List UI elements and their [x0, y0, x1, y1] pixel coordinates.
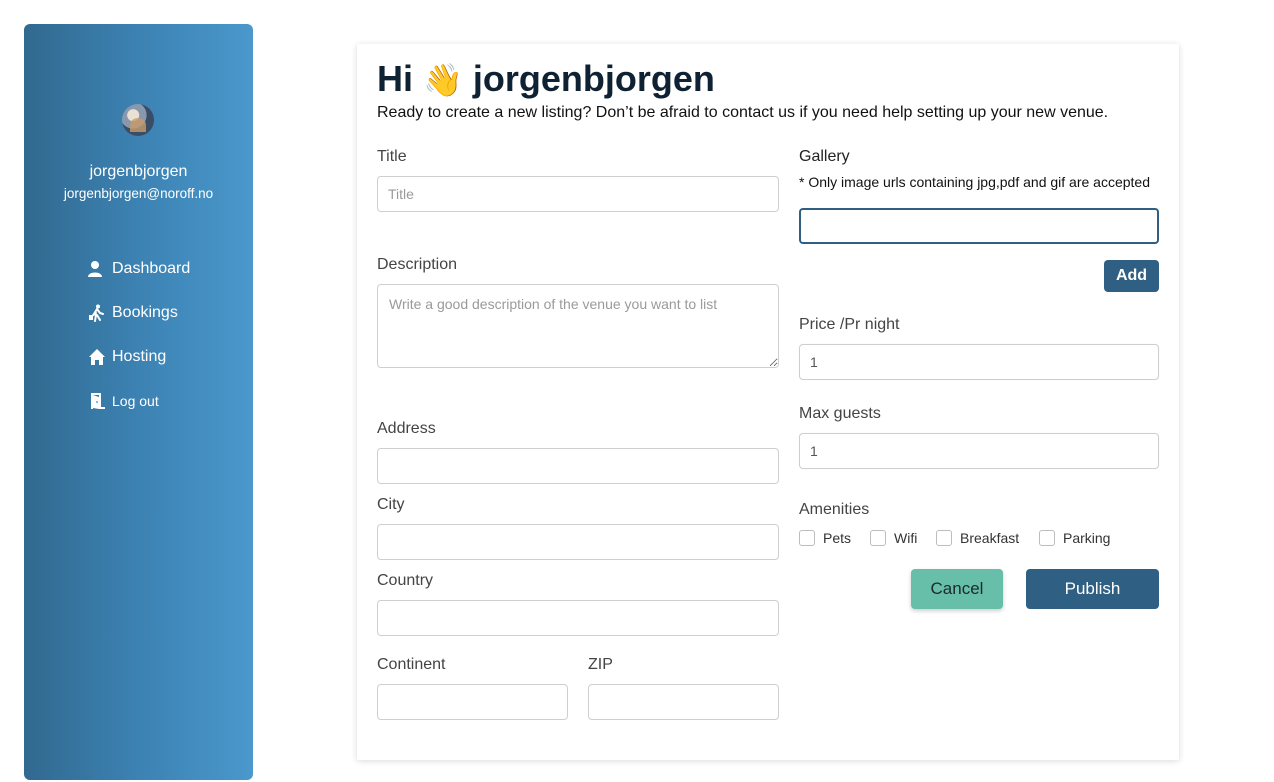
- amenity-label: Pets: [823, 530, 852, 546]
- amenity-parking[interactable]: Parking: [1039, 530, 1110, 546]
- nav-dashboard[interactable]: Dashboard: [88, 260, 190, 278]
- user-email: jorgenbjorgen@noroff.no: [63, 186, 214, 201]
- address-input[interactable]: [377, 448, 779, 484]
- page-title: Hi 👋 jorgenbjorgen: [377, 58, 715, 100]
- waving-hand-icon: 👋: [423, 62, 463, 98]
- user-icon: [88, 260, 104, 278]
- title-input[interactable]: [377, 176, 779, 212]
- continent-input[interactable]: [377, 684, 568, 720]
- amenity-wifi[interactable]: Wifi: [870, 530, 917, 546]
- sidebar: jorgenbjorgen jorgenbjorgen@noroff.no Da…: [24, 24, 253, 780]
- city-label: City: [377, 496, 405, 513]
- description-label: Description: [377, 256, 458, 273]
- greeting-prefix: Hi: [377, 58, 413, 99]
- price-label: Price /Pr night: [799, 316, 900, 333]
- amenity-label: Breakfast: [960, 530, 1020, 546]
- add-image-button[interactable]: Add: [1104, 260, 1159, 292]
- wifi-checkbox[interactable]: [870, 530, 886, 546]
- house-icon: [88, 348, 105, 366]
- parking-checkbox[interactable]: [1039, 530, 1055, 546]
- gallery-note: * Only image urls containing jpg,pdf and…: [799, 174, 1150, 190]
- publish-button[interactable]: Publish: [1026, 569, 1159, 609]
- user-name: jorgenbjorgen: [89, 163, 188, 180]
- price-input[interactable]: [799, 344, 1159, 380]
- cancel-button[interactable]: Cancel: [911, 569, 1003, 609]
- max-guests-label: Max guests: [799, 405, 881, 422]
- address-label: Address: [377, 420, 436, 437]
- nav-label: Dashboard: [112, 260, 191, 277]
- continent-label: Continent: [377, 656, 446, 673]
- amenity-label: Wifi: [894, 530, 918, 546]
- zip-input[interactable]: [588, 684, 779, 720]
- country-label: Country: [377, 572, 434, 589]
- city-input[interactable]: [377, 524, 779, 560]
- country-input[interactable]: [377, 600, 779, 636]
- nav-label: Hosting: [112, 348, 167, 365]
- greeting-username: jorgenbjorgen: [472, 58, 715, 99]
- intro-text: Ready to create a new listing? Don’t be …: [377, 104, 1109, 121]
- walking-person-icon: [88, 304, 104, 322]
- door-exit-icon: [88, 392, 105, 410]
- gallery-label: Gallery: [799, 148, 850, 165]
- nav-label: Bookings: [112, 304, 178, 321]
- amenity-breakfast[interactable]: Breakfast: [936, 530, 1019, 546]
- amenity-label: Parking: [1063, 530, 1111, 546]
- nav-label: Log out: [112, 393, 159, 409]
- amenity-pets[interactable]: Pets: [799, 530, 851, 546]
- breakfast-checkbox[interactable]: [936, 530, 952, 546]
- pets-checkbox[interactable]: [799, 530, 815, 546]
- gallery-url-input[interactable]: [799, 208, 1159, 244]
- nav-bookings[interactable]: Bookings: [88, 304, 178, 322]
- nav-hosting[interactable]: Hosting: [88, 348, 166, 366]
- zip-label: ZIP: [588, 656, 613, 673]
- create-listing-card: Hi 👋 jorgenbjorgen Ready to create a new…: [357, 44, 1179, 760]
- max-guests-input[interactable]: [799, 433, 1159, 469]
- amenities-label: Amenities: [799, 501, 870, 518]
- description-textarea[interactable]: [377, 284, 779, 368]
- avatar: [122, 104, 154, 136]
- title-label: Title: [377, 148, 407, 165]
- nav-logout[interactable]: Log out: [88, 392, 159, 410]
